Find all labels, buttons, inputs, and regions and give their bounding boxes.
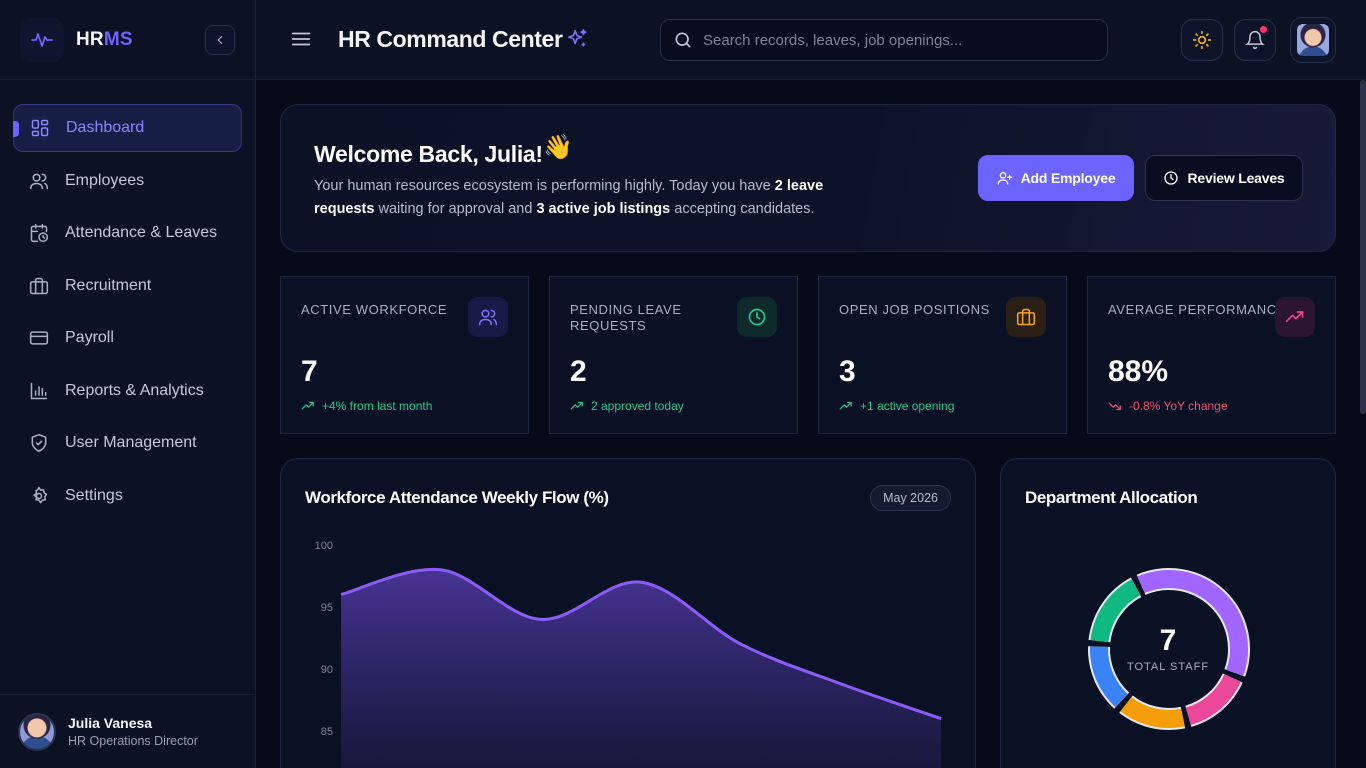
y-tick-label: 85 [321, 726, 333, 738]
sidebar-item-label: Attendance & Leaves [65, 224, 218, 241]
sidebar-item-label: Recruitment [65, 276, 152, 294]
notification-dot [1260, 26, 1267, 33]
sidebar-item-employees[interactable]: Employees [13, 157, 242, 205]
sidebar-item-user-management[interactable]: User Management [13, 419, 242, 467]
topbar: HR Command Center [256, 0, 1366, 80]
sidebar-item-label: Settings [65, 486, 123, 504]
welcome-text: Your human resources ecosystem is perfor… [314, 178, 824, 217]
waving-hand-icon: 👋 [543, 134, 573, 161]
sidebar-item-label: User Management [65, 434, 197, 451]
stat-value: 7 [301, 355, 318, 388]
user-meta: Julia Vanesa HR Operations Director [68, 715, 198, 748]
grid-icon [29, 117, 51, 139]
brand-name: HRMS [76, 28, 133, 50]
sidebar-item-settings[interactable]: Settings [13, 472, 242, 520]
trend-up-icon [301, 401, 314, 410]
briefcase-icon [28, 275, 50, 297]
sidebar-item-recruitment[interactable]: Recruitment [13, 262, 242, 310]
search-icon [675, 32, 691, 48]
trending-up-icon [1275, 297, 1315, 337]
stat-label: Average Performance [1108, 302, 1287, 317]
stat-value: 2 [570, 355, 587, 388]
hamburger-icon [291, 32, 311, 46]
stat-trend: 2 approved today [570, 399, 684, 413]
bar-chart-icon [28, 380, 50, 402]
stat-trend: +4% from last month [301, 399, 432, 413]
clock-icon [737, 297, 777, 337]
profile-avatar-button[interactable] [1290, 17, 1336, 63]
stat-trend: -0.8% YoY change [1108, 399, 1228, 413]
bell-icon [1245, 30, 1265, 50]
search-box[interactable] [660, 19, 1108, 61]
stat-label: Active Workforce [301, 302, 448, 317]
credit-card-icon [28, 327, 50, 349]
stat-card-average-performance: Average Performance 88% -0.8% YoY change [1087, 276, 1336, 434]
user-name: Julia Vanesa [68, 715, 153, 731]
users-icon [468, 297, 508, 337]
page-title: HR Command Center [338, 26, 563, 52]
shield-check-icon [28, 432, 50, 454]
brand: HRMS [0, 0, 255, 80]
chart-title: Department Allocation [1025, 488, 1198, 507]
sidebar: HRMS Dashboard Employees Attendance & Le… [0, 0, 256, 768]
gear-icon [28, 485, 50, 507]
trend-up-icon [570, 401, 583, 410]
attendance-area-chart: 100 95 90 85 [315, 540, 942, 768]
briefcase-icon [1006, 297, 1046, 337]
add-employee-button[interactable]: Add Employee [978, 155, 1134, 201]
y-tick-label: 95 [321, 602, 333, 614]
attendance-area-fill [341, 569, 941, 768]
calendar-clock-icon [28, 222, 50, 244]
attendance-chart-card: Workforce Attendance Weekly Flow (%) May… [280, 458, 976, 768]
sidebar-item-payroll[interactable]: Payroll [13, 314, 242, 362]
pulse-logo-icon [20, 17, 64, 62]
total-staff-label: TOTAL STAFF [1126, 661, 1210, 673]
stat-card-open-job-positions: Open Job Positions 3 +1 active opening [818, 276, 1067, 434]
notifications-button[interactable] [1234, 19, 1276, 61]
user-role: HR Operations Director [68, 734, 198, 748]
user-plus-icon [997, 172, 1012, 185]
total-staff-value: 7 [1159, 624, 1177, 657]
theme-toggle-button[interactable] [1181, 19, 1223, 61]
page-scrollbar[interactable] [1360, 80, 1366, 414]
trend-down-icon [1108, 402, 1121, 411]
y-tick-label: 100 [315, 540, 333, 552]
avatar [1297, 24, 1329, 56]
stat-card-pending-leave-requests: Pending Leave Requests 2 2 approved toda… [549, 276, 798, 434]
stat-label: Open Job Positions [839, 302, 990, 317]
sidebar-nav: Dashboard Employees Attendance & Leaves … [0, 80, 255, 520]
sidebar-item-label: Dashboard [66, 119, 145, 136]
stat-trend: +1 active opening [839, 399, 954, 413]
sidebar-item-label: Reports & Analytics [65, 381, 204, 399]
sparkles-icon [566, 28, 588, 55]
welcome-banner: Welcome Back, Julia! 👋 Your human resour… [280, 104, 1336, 252]
welcome-heading: Welcome Back, Julia! [314, 141, 543, 167]
review-leaves-button[interactable]: Review Leaves [1145, 155, 1303, 201]
department-allocation-card: Department Allocation 7 TOTAL STAFF [1000, 458, 1336, 768]
stat-card-active-workforce: Active Workforce 7 +4% from last month [280, 276, 529, 434]
stat-value: 3 [839, 355, 856, 388]
sidebar-item-label: Payroll [65, 329, 114, 346]
sidebar-item-label: Employees [65, 171, 145, 189]
y-tick-label: 90 [321, 664, 333, 676]
stat-value: 88% [1108, 355, 1169, 388]
avatar [18, 712, 56, 751]
trend-up-icon [839, 401, 852, 410]
search-input[interactable] [703, 31, 1103, 49]
clock-icon [1164, 171, 1179, 185]
users-icon [28, 170, 50, 192]
sidebar-item-reports[interactable]: Reports & Analytics [13, 367, 242, 415]
stat-label: Pending Leave Requests [570, 302, 682, 333]
menu-button[interactable] [290, 28, 312, 55]
sidebar-user-card[interactable]: Julia Vanesa HR Operations Director [0, 694, 256, 768]
donut-slice[interactable] [1185, 673, 1241, 725]
sun-icon [1192, 30, 1212, 50]
sidebar-item-dashboard[interactable]: Dashboard [13, 104, 242, 152]
sidebar-item-attendance[interactable]: Attendance & Leaves [13, 209, 242, 257]
collapse-sidebar-button[interactable] [205, 25, 235, 55]
chevron-left-icon [217, 35, 223, 45]
